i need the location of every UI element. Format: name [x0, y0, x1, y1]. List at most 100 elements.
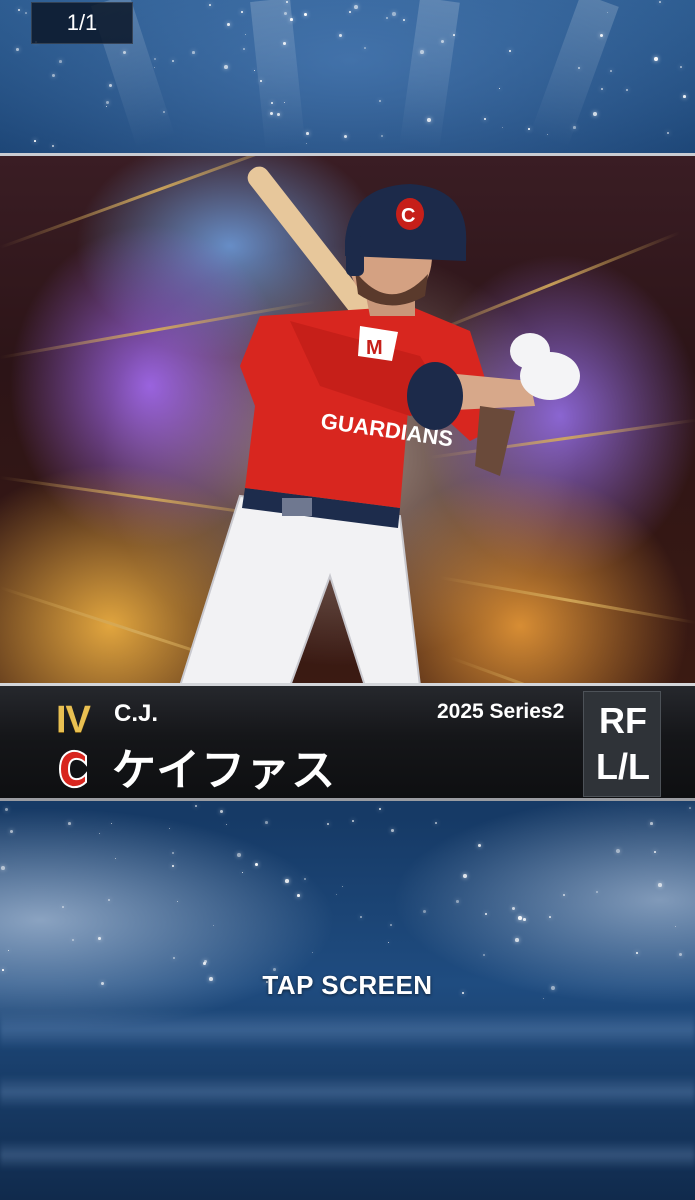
sparkle — [381, 135, 384, 138]
sparkle — [106, 101, 109, 104]
sparkle — [283, 42, 286, 45]
sparkle — [270, 112, 273, 115]
sparkle — [242, 872, 244, 874]
sparkle — [220, 810, 224, 814]
sparkle — [679, 953, 683, 957]
sparkle — [354, 5, 358, 9]
bats-throws: L/L — [596, 746, 650, 787]
light-beam — [399, 0, 460, 152]
sparkle — [109, 84, 113, 88]
cleveland-c-logo-icon — [58, 749, 87, 789]
sparkle — [195, 805, 198, 808]
sparkle — [386, 17, 389, 20]
sparkle — [364, 47, 366, 49]
sparkle — [563, 894, 565, 896]
sparkle — [226, 824, 228, 826]
sparkle — [297, 894, 300, 897]
sparkle — [306, 132, 309, 135]
sparkle — [62, 906, 65, 909]
sparkle — [616, 849, 620, 853]
sparkle — [528, 128, 530, 130]
svg-text:M: M — [366, 337, 383, 359]
sparkle — [271, 102, 273, 104]
sparkle — [237, 853, 241, 857]
sparkle — [304, 878, 307, 881]
sparkle — [336, 894, 337, 895]
sparkle — [177, 901, 179, 903]
sparkle — [98, 937, 101, 940]
stadium-crowd — [0, 1075, 695, 1109]
sparkle — [610, 70, 612, 72]
sparkle — [463, 874, 467, 878]
sparkle — [172, 865, 175, 868]
sparkle — [8, 950, 10, 952]
sparkle — [388, 942, 390, 944]
player-card-art[interactable]: GUARDIANS M C — [0, 153, 695, 686]
sparkle — [59, 60, 62, 63]
sparkle — [515, 938, 519, 942]
tap-screen-prompt[interactable]: TAP SCREEN — [0, 970, 695, 1001]
sparkle — [349, 11, 352, 14]
sparkle — [342, 886, 344, 888]
sparkle — [596, 891, 599, 894]
sparkle — [420, 50, 424, 54]
sparkle — [306, 143, 308, 145]
sparkle — [403, 19, 405, 21]
sparkle — [227, 23, 230, 26]
sparkle — [512, 907, 516, 911]
sparkle — [600, 34, 603, 37]
sparkle — [453, 34, 455, 36]
sparkle — [16, 48, 19, 51]
sparkle — [72, 939, 75, 942]
sparkle — [689, 807, 691, 809]
gacha-result-screen[interactable]: 1/1 GUARDIANS M C IV C.J. ケイファス 2025 Ser… — [0, 0, 695, 1200]
sparkle — [549, 916, 551, 918]
sparkle — [392, 12, 396, 16]
sparkle — [52, 74, 55, 77]
sparkle — [593, 112, 597, 116]
sparkle — [654, 57, 658, 61]
sparkle — [573, 126, 576, 129]
sparkle — [344, 135, 347, 138]
sparkle — [255, 863, 258, 866]
sparkle — [115, 858, 117, 860]
sparkle — [163, 111, 165, 113]
sparkle — [509, 50, 512, 53]
sparkle — [304, 13, 307, 16]
sparkle — [435, 822, 438, 825]
sparkle — [209, 4, 211, 6]
rank-badge: IV — [56, 699, 91, 741]
sparkle — [154, 58, 157, 61]
sparkle — [352, 820, 354, 822]
sparkle — [650, 822, 653, 825]
sparkle — [106, 106, 108, 108]
sparkle — [254, 70, 256, 72]
sparkle — [10, 830, 14, 834]
sparkle — [224, 65, 228, 69]
sparkle — [285, 879, 289, 883]
sparkle — [456, 900, 459, 903]
sparkle — [658, 883, 662, 887]
stadium-crowd — [0, 1010, 695, 1050]
sparkle — [241, 11, 244, 14]
sparkle — [659, 1, 661, 3]
sparkle — [18, 9, 20, 11]
svg-text:C: C — [401, 205, 415, 227]
sparkle — [675, 926, 676, 927]
sparkle — [523, 918, 526, 921]
sparkle — [339, 34, 343, 38]
sparkle — [265, 821, 268, 824]
sparkle — [290, 18, 293, 21]
sparkle — [499, 88, 501, 90]
sparkle — [172, 60, 175, 63]
sparkle — [243, 48, 245, 50]
sparkle — [213, 925, 215, 927]
sparkle — [169, 828, 171, 830]
sparkle — [111, 823, 113, 825]
sparkle — [154, 67, 156, 69]
sparkle — [423, 910, 427, 914]
position-box: RF L/L — [583, 691, 661, 797]
sparkle — [34, 140, 36, 142]
sparkle — [173, 957, 176, 960]
sparkle — [203, 962, 206, 965]
